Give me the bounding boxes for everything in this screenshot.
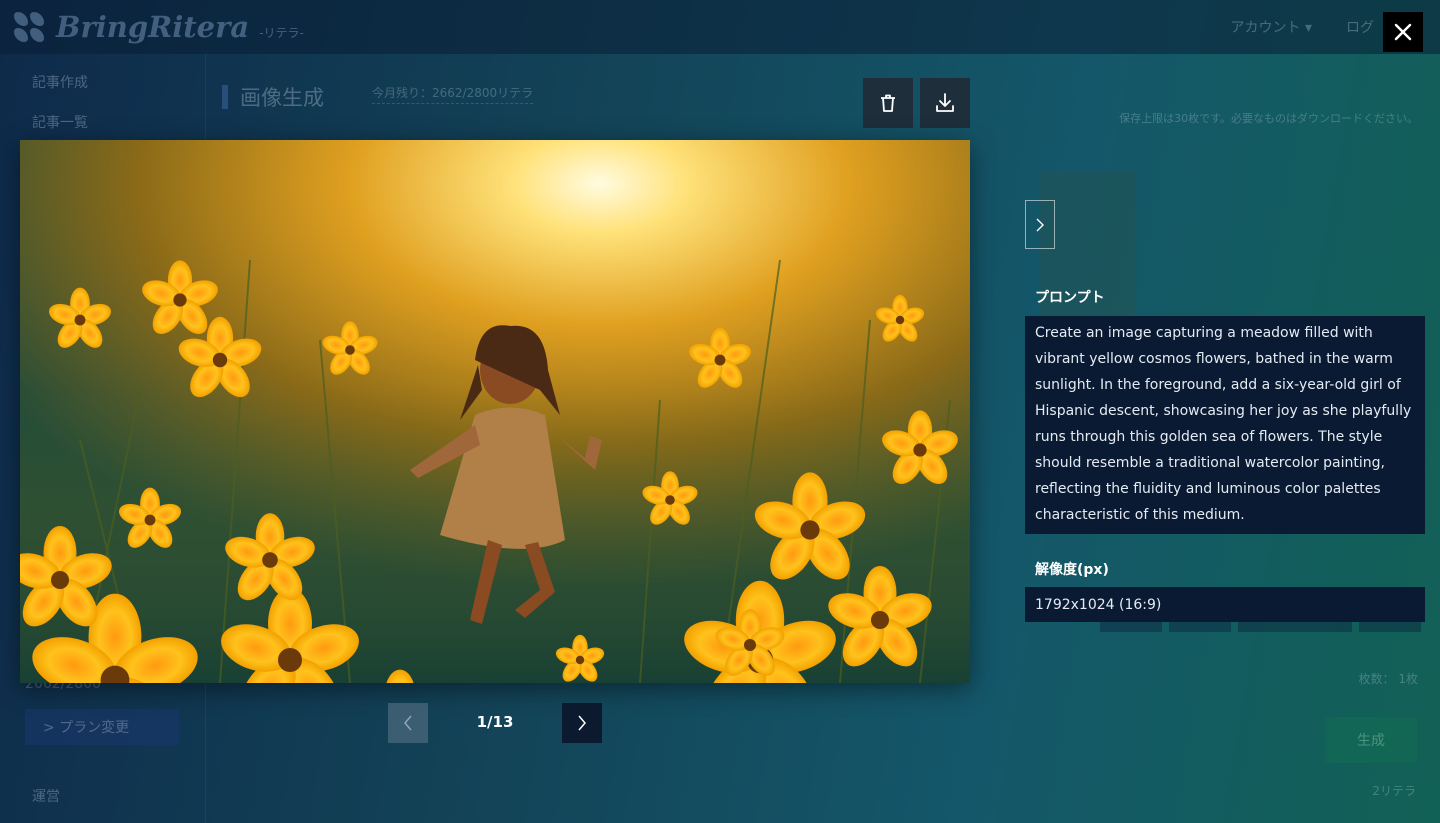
- resolution-value: 1792x1024 (16:9): [1025, 587, 1425, 622]
- delete-button[interactable]: [863, 78, 913, 128]
- app-logo: BringRitera -リテラ-: [12, 10, 304, 44]
- logout-link[interactable]: ログ: [1346, 17, 1374, 37]
- generated-image-artwork: [20, 140, 970, 683]
- prev-image-button[interactable]: [388, 703, 428, 743]
- page-title-text: 画像生成: [240, 86, 324, 110]
- pager-count: 1/13: [476, 713, 514, 731]
- info-next-button[interactable]: [1025, 200, 1055, 249]
- logo-text: BringRitera: [56, 10, 250, 44]
- chevron-right-icon: [578, 715, 586, 731]
- count-select[interactable]: 枚数： 1枚: [1359, 670, 1418, 687]
- account-menu[interactable]: アカウント ▾: [1231, 17, 1312, 37]
- title-accent: [222, 85, 228, 109]
- logo-subtitle: -リテラ-: [259, 25, 304, 40]
- download-icon: [936, 93, 954, 112]
- plan-change-button[interactable]: > プラン変更: [25, 709, 179, 745]
- generate-cost: 2リテラ: [1372, 784, 1416, 798]
- sidebar-item-operations[interactable]: 運営: [32, 786, 60, 806]
- sidebar-item-create-article[interactable]: 記事作成: [32, 72, 88, 92]
- prompt-text: Create an image capturing a meadow fille…: [1025, 316, 1425, 534]
- chevron-left-icon: [404, 715, 412, 731]
- close-icon: [1394, 23, 1412, 41]
- download-button[interactable]: [920, 78, 970, 128]
- next-image-button[interactable]: [562, 703, 602, 743]
- close-button[interactable]: [1383, 12, 1423, 52]
- page-title: 画像生成: [222, 82, 324, 112]
- trash-icon: [881, 94, 895, 112]
- generated-image: [20, 140, 970, 683]
- chevron-right-icon: [1036, 218, 1044, 231]
- usage-remaining: 今月残り：2662/2800リテラ: [372, 84, 534, 104]
- thumbnail[interactable]: [1040, 172, 1136, 332]
- sidebar-item-article-list[interactable]: 記事一覧: [32, 112, 88, 132]
- logo-icon: [12, 10, 46, 44]
- prompt-label: プロンプト: [1035, 290, 1105, 306]
- resolution-label: 解像度(px): [1035, 562, 1109, 578]
- generate-button[interactable]: 生成: [1325, 717, 1417, 763]
- top-bar: BringRitera -リテラ- アカウント ▾ ログ: [0, 0, 1440, 54]
- storage-note: 保存上限は30枚です。必要なものはダウンロードください。: [1119, 112, 1418, 125]
